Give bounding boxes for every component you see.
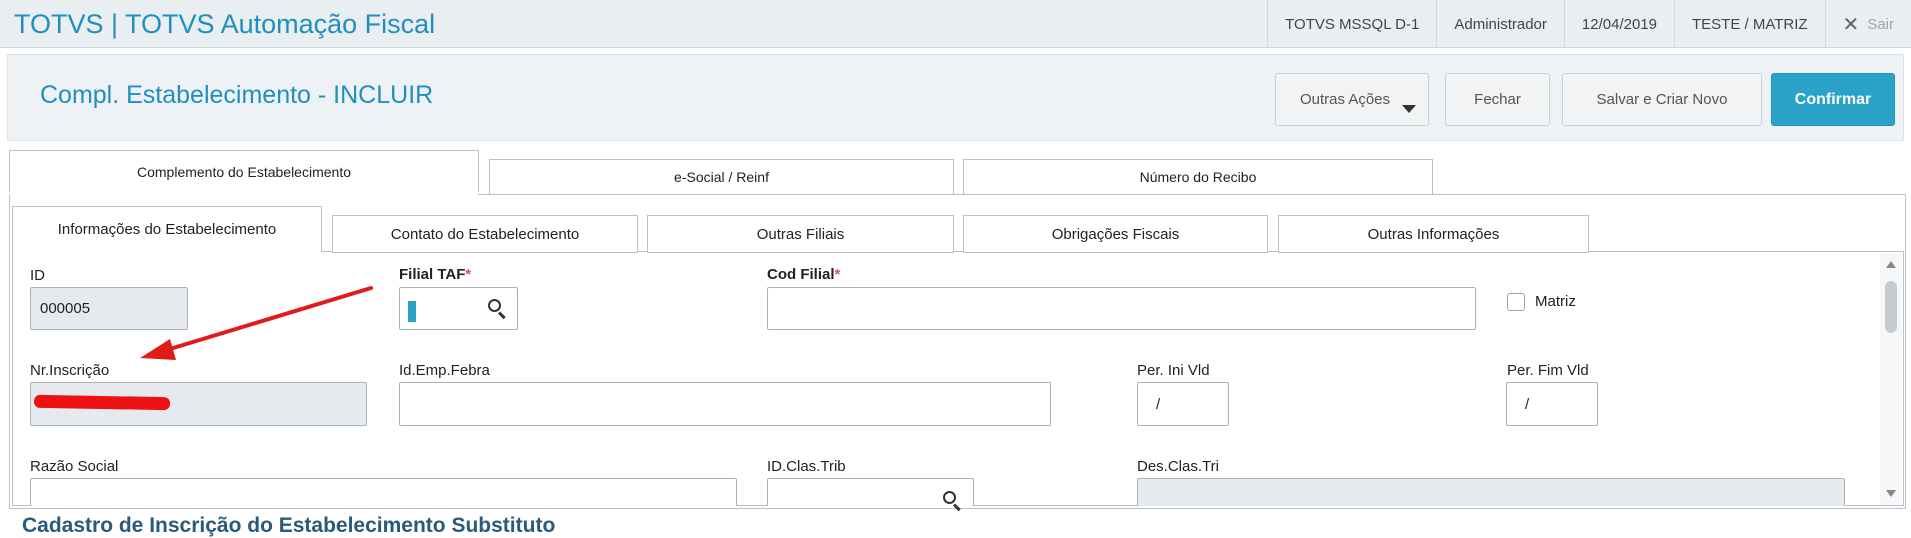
subtab-contato-estabelecimento[interactable]: Contato do Estabelecimento	[332, 215, 638, 253]
top-bar: TOTVS | TOTVS Automação Fiscal TOTVS MSS…	[0, 0, 1911, 48]
id-label: ID	[30, 267, 45, 284]
matriz-label: Matriz	[1535, 293, 1576, 310]
tab-numero-recibo[interactable]: Número do Recibo	[963, 159, 1433, 195]
logout-button[interactable]: ✕ Sair	[1824, 0, 1911, 48]
caret-down-icon	[1402, 105, 1416, 113]
section-title: Cadastro de Inscrição do Estabelecimento…	[22, 514, 556, 537]
cod-filial-label-text: Cod Filial	[767, 266, 835, 283]
other-actions-button[interactable]: Outras Ações	[1275, 73, 1429, 126]
subtab-outras-informacoes[interactable]: Outras Informações	[1278, 215, 1589, 253]
id-clas-trib-input[interactable]	[767, 478, 974, 512]
page-title: Compl. Estabelecimento - INCLUIR	[40, 81, 434, 109]
required-mark: *	[465, 266, 472, 283]
search-icon[interactable]	[486, 297, 508, 320]
cod-filial-input[interactable]	[767, 287, 1476, 330]
text-cursor	[408, 301, 416, 322]
id-clas-trib-label: ID.Clas.Trib	[767, 458, 846, 475]
per-fim-vld-input[interactable]: /	[1506, 382, 1598, 426]
page-header: Compl. Estabelecimento - INCLUIR Outras …	[7, 54, 1904, 141]
scroll-thumb[interactable]	[1885, 281, 1897, 333]
app-title: TOTVS | TOTVS Automação Fiscal	[14, 9, 436, 39]
razao-social-label: Razão Social	[30, 458, 119, 475]
des-clas-tri-field[interactable]	[1137, 478, 1845, 506]
subtab-informacoes-estabelecimento[interactable]: Informações do Estabelecimento	[12, 206, 322, 252]
cod-filial-label: Cod Filial*	[767, 266, 840, 283]
company-label[interactable]: TESTE / MATRIZ	[1673, 0, 1825, 48]
required-mark: *	[834, 266, 841, 283]
environment-label[interactable]: TOTVS MSSQL D-1	[1267, 0, 1436, 48]
other-actions-label: Outras Ações	[1299, 91, 1391, 108]
subtab-obrigacoes-fiscais[interactable]: Obrigações Fiscais	[963, 215, 1268, 253]
confirm-button[interactable]: Confirmar	[1771, 73, 1895, 126]
user-label[interactable]: Administrador	[1436, 0, 1564, 48]
form-scrollbar[interactable]	[1880, 253, 1902, 505]
razao-social-input[interactable]	[30, 478, 737, 506]
per-ini-vld-label: Per. Ini Vld	[1137, 362, 1210, 379]
date-label[interactable]: 12/04/2019	[1563, 0, 1674, 48]
scroll-up-icon[interactable]	[1886, 261, 1896, 268]
save-and-new-button[interactable]: Salvar e Criar Novo	[1562, 73, 1762, 126]
matriz-checkbox[interactable]	[1507, 293, 1525, 311]
close-button[interactable]: Fechar	[1445, 73, 1550, 126]
des-clas-tri-label: Des.Clas.Tri	[1137, 458, 1219, 475]
top-info-bar: TOTVS MSSQL D-1 Administrador 12/04/2019…	[1267, 0, 1911, 48]
subtab-outras-filiais[interactable]: Outras Filiais	[647, 215, 954, 253]
per-fim-vld-label: Per. Fim Vld	[1507, 362, 1589, 379]
scroll-down-icon[interactable]	[1886, 490, 1896, 497]
active-subtab-connector	[13, 250, 321, 253]
id-emp-febra-label: Id.Emp.Febra	[399, 362, 490, 379]
filial-taf-input[interactable]	[399, 287, 518, 330]
search-icon[interactable]	[941, 489, 963, 512]
redaction-mark	[33, 394, 171, 411]
close-icon: ✕	[1842, 13, 1860, 36]
tab-esocial-reinf[interactable]: e-Social / Reinf	[489, 159, 954, 195]
logout-label: Sair	[1867, 15, 1894, 33]
id-emp-febra-input[interactable]	[399, 382, 1051, 426]
filial-taf-label-text: Filial TAF	[399, 266, 466, 283]
tab-complemento-estabelecimento[interactable]: Complemento do Estabelecimento	[9, 150, 479, 192]
id-field[interactable]: 000005	[30, 287, 188, 330]
nr-inscricao-label: Nr.Inscrição	[30, 362, 110, 379]
per-ini-vld-input[interactable]: /	[1137, 382, 1229, 426]
filial-taf-label: Filial TAF*	[399, 266, 471, 283]
active-tab-connector	[10, 192, 478, 196]
